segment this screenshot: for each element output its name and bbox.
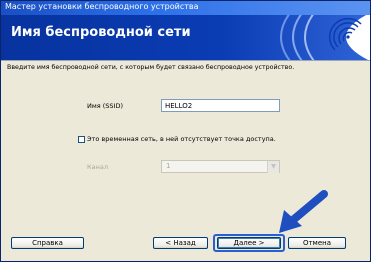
adhoc-checkbox-label: Это временная сеть, в ней отсутствует то… [87, 135, 276, 143]
instruction-text: Введите имя беспроводной сети, с которым… [7, 64, 295, 71]
cancel-button[interactable]: Отмена [288, 237, 346, 249]
adhoc-checkbox[interactable] [78, 136, 85, 143]
pointer-arrow-icon [279, 190, 328, 233]
next-button[interactable]: Далее > [217, 237, 281, 249]
title-bar[interactable]: Мастер установки беспроводного устройств… [1, 1, 370, 15]
channel-select-value: 1 [166, 162, 171, 170]
channel-label: Канал [87, 163, 108, 171]
header-banner: Имя беспроводной сети [1, 15, 370, 60]
header-separator [1, 60, 370, 61]
back-button[interactable]: < Назад [153, 237, 208, 249]
channel-select[interactable]: 1 ▼ [161, 160, 280, 173]
ssid-input[interactable]: HELLO2 [161, 99, 280, 112]
page-title: Имя беспроводной сети [11, 25, 191, 40]
chevron-down-icon[interactable]: ▼ [267, 161, 279, 173]
help-button[interactable]: Справка [11, 237, 84, 249]
wireless-arcs-graphic [280, 15, 370, 60]
ssid-label: Имя (SSID) [87, 102, 123, 110]
window-title: Мастер установки беспроводного устройств… [5, 2, 199, 11]
